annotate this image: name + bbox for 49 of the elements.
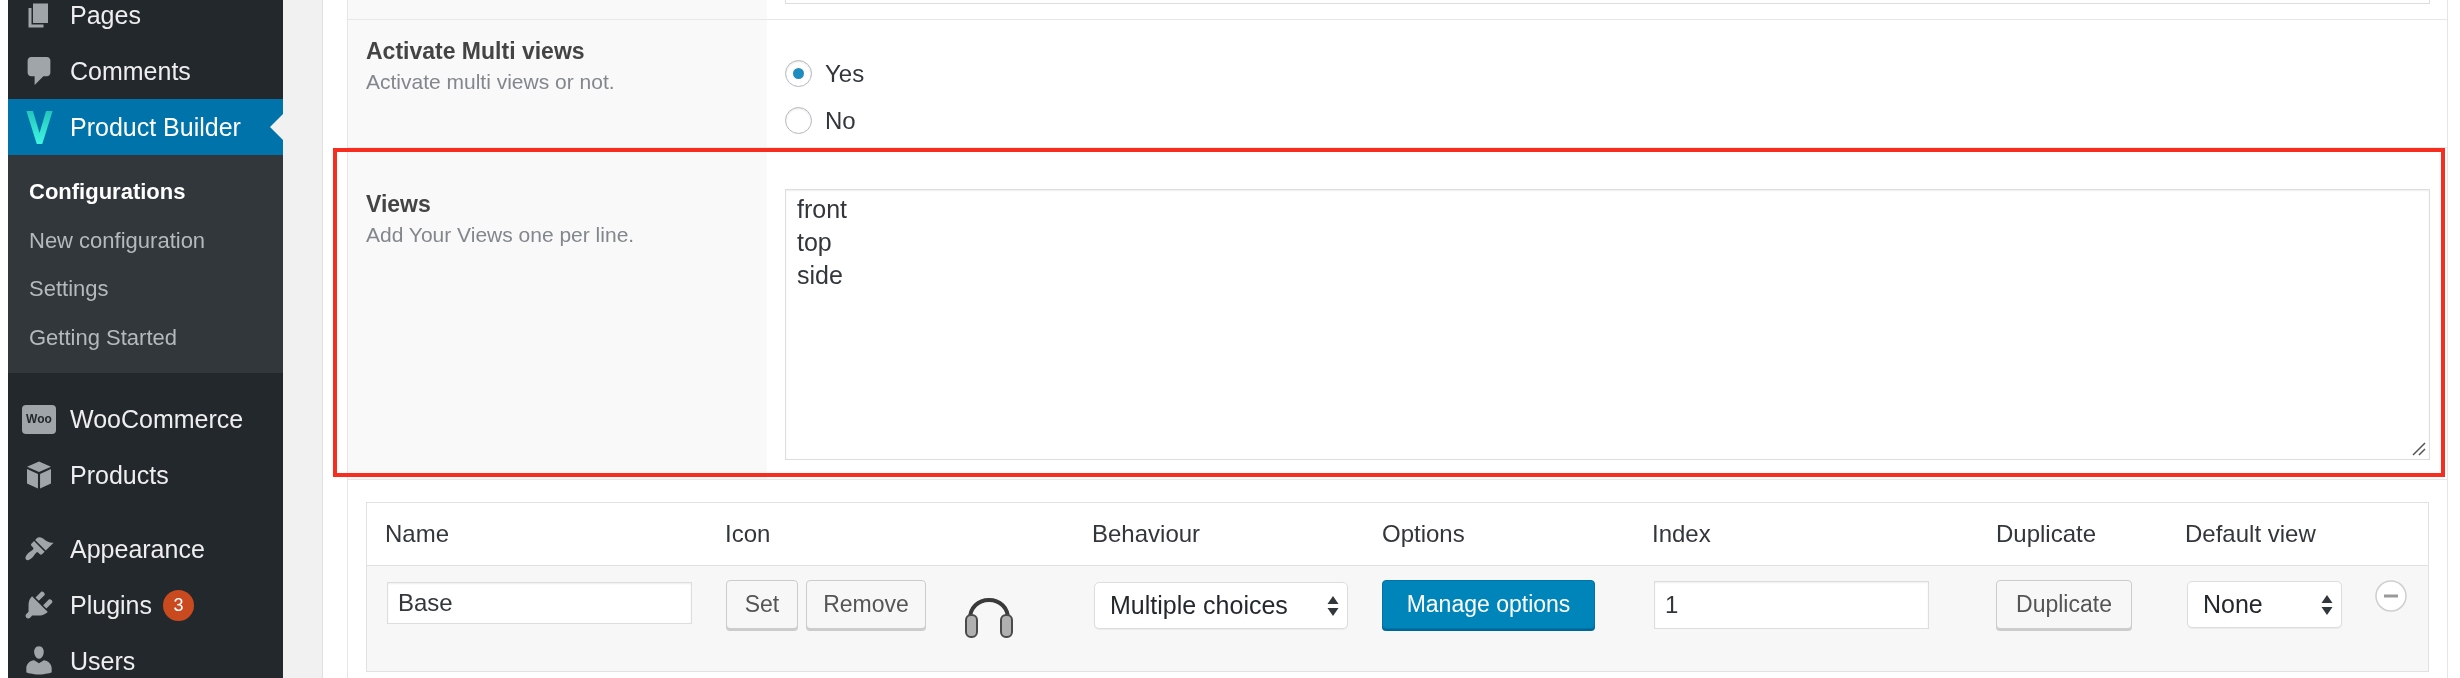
field-description: Add Your Views one per line. [366,222,636,248]
menu-item[interactable]: Products [8,447,283,503]
default-view-select[interactable]: None [2187,581,2342,628]
submenu-item[interactable]: New configuration [8,216,283,265]
cube-icon [24,460,54,490]
person-icon [25,646,53,676]
column-header: Behaviour [1091,520,1202,548]
plug-icon [25,591,53,619]
pages-icon [27,1,51,29]
submenu-item[interactable]: Configurations [8,168,283,217]
name-input-field[interactable]: Base [387,582,692,624]
behaviour-select[interactable]: Multiple choices [1094,582,1348,629]
menu-item[interactable]: Plugins 3 [8,577,283,633]
menu-item[interactable]: Woo WooCommerce [8,391,283,447]
menu-item[interactable]: Product Builder [8,99,283,155]
column-header: Default view [2184,520,2317,548]
duplicate-button[interactable]: Duplicate [1996,580,2132,629]
submenu-item[interactable]: Getting Started [8,313,283,362]
column-header: Options [1381,520,1466,548]
radio-button[interactable] [785,107,812,134]
textarea-field[interactable]: front top side [785,189,2430,460]
radio-label[interactable]: Yes [825,59,865,88]
sort-arrows-icon [1327,594,1339,617]
radio-button[interactable] [785,60,812,87]
icon-button[interactable]: Remove [806,580,926,629]
index-input-field[interactable]: 1 [1654,581,1929,629]
column-header: Index [1651,520,1712,548]
sort-arrows-icon [2321,593,2333,616]
field-label: Activate Multi views [366,37,586,66]
radio-label[interactable]: No [825,106,856,135]
minus-circle-icon[interactable] [2375,580,2407,612]
column-header: Icon [724,520,772,548]
column-header: Name [384,520,451,548]
column-header: Duplicate [1995,520,2098,548]
menu-item[interactable]: Pages [8,0,283,43]
resize-handle-icon[interactable] [2412,442,2426,456]
input-field[interactable] [785,0,2430,4]
menu-item[interactable]: Comments [8,43,283,99]
menu-item[interactable]: Users [8,633,283,678]
speech-bubble-icon [27,57,51,85]
icon-button[interactable]: Set [726,580,798,629]
v-logo-icon [25,109,53,145]
submenu-item[interactable]: Settings [8,265,283,314]
field-description: Activate multi views or not. [366,69,616,95]
manage-options-button[interactable]: Manage options [1382,580,1595,629]
count-badge: 3 [163,589,194,621]
field-label: Views [366,190,432,219]
menu-item[interactable]: Appearance [8,521,283,577]
logo-badge: Woo [22,404,56,434]
